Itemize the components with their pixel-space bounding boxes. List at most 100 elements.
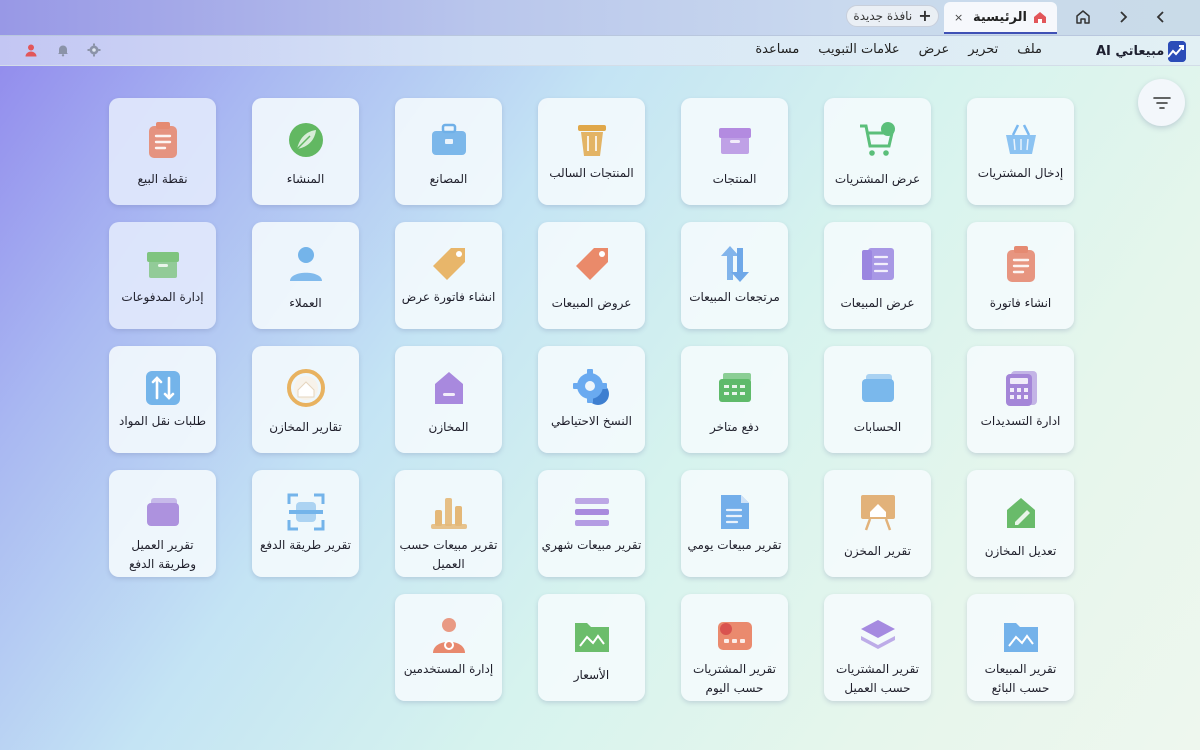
menu-tabs[interactable]: علامات التبويب (818, 42, 899, 57)
clipboard-icon (999, 242, 1043, 286)
tag-icon (570, 242, 614, 286)
filter-icon (1152, 96, 1171, 109)
app-tile-label: تقرير المبيعات حسب البائع (984, 662, 1057, 695)
home-tab-icon (1033, 11, 1047, 24)
user-gear-icon (427, 614, 471, 658)
app-tile[interactable]: إدارة المدفوعات (109, 222, 216, 329)
app-tile[interactable]: تقرير المشتريات حسب اليوم (681, 594, 788, 701)
app-tile[interactable]: طلبات نقل المواد (109, 346, 216, 453)
app-tile[interactable]: تقرير مبيعات حسب العميل (395, 470, 502, 577)
app-tile-label: انشاء فاتورة عرض (401, 290, 496, 304)
warehouse-icon (427, 366, 471, 410)
app-tile[interactable]: ادارة التسديدات (967, 346, 1074, 453)
app-tile[interactable]: المصانع (395, 98, 502, 205)
forward-button[interactable] (1111, 6, 1135, 28)
app-tile[interactable]: المنشاء (252, 98, 359, 205)
app-tile[interactable]: إدارة المستخدمين (395, 594, 502, 701)
app-tile[interactable]: المنتجات السالب (538, 98, 645, 205)
plus-icon: + (918, 6, 932, 25)
app-tile[interactable]: النسخ الاحتياطي (538, 346, 645, 453)
app-tile[interactable]: الحسابات (824, 346, 931, 453)
app-tile[interactable]: عروض المبيعات (538, 222, 645, 329)
app-tile[interactable]: إدخال المشتريات (967, 98, 1074, 205)
tab-bar: الرئيسية × + نافذة جديدة (0, 0, 1200, 36)
clipboard-icon (141, 118, 185, 162)
brand: مبيعاتي AI (1096, 40, 1186, 62)
app-tile-label: نقطة البيع (137, 172, 188, 186)
trash-icon (570, 118, 614, 162)
app-tile[interactable]: انشاء فاتورة عرض (395, 222, 502, 329)
menu-help[interactable]: مساعدة (755, 42, 799, 57)
app-tile-label: عروض المبيعات (551, 296, 632, 310)
app-tile-label: عرض المبيعات (840, 296, 915, 310)
app-tile-label: تقرير مبيعات حسب العميل (399, 538, 498, 571)
menu-items: ملف تحرير عرض علامات التبويب مساعدة (755, 42, 1042, 57)
document-icon (713, 490, 757, 534)
app-tile-label: المصانع (429, 172, 468, 186)
app-tile-label: الأسعار (573, 668, 610, 682)
app-tile[interactable]: مرتجعات المبيعات (681, 222, 788, 329)
gear-icon[interactable] (87, 43, 101, 57)
app-tile[interactable]: المخازن (395, 346, 502, 453)
briefcase-icon (427, 118, 471, 162)
book-icon (856, 242, 900, 286)
app-tile[interactable]: انشاء فاتورة (967, 222, 1074, 329)
transfer-icon (141, 366, 185, 410)
app-tile-label: تقرير المشتريات حسب العميل (836, 662, 919, 695)
app-tile-label: المنتجات السالب (549, 166, 634, 180)
app-tile[interactable]: تقرير المبيعات حسب البائع (967, 594, 1074, 701)
app-tile-label: إدارة المدفوعات (121, 290, 204, 304)
app-tile-label: إدارة المستخدمين (403, 662, 494, 676)
app-tile[interactable]: المنتجات (681, 98, 788, 205)
app-tile-label: إدخال المشتريات (977, 166, 1064, 180)
edit-house-icon (999, 490, 1043, 534)
menu-file[interactable]: ملف (1017, 42, 1042, 57)
tab-home-label: الرئيسية (972, 9, 1027, 25)
app-tile[interactable]: دفع متاخر (681, 346, 788, 453)
home-button[interactable] (1071, 6, 1095, 28)
app-tile[interactable]: تقرير العميل وطريقة الدفع (109, 470, 216, 577)
app-tile-label: تقارير المخازن (269, 420, 342, 434)
layers-icon (856, 614, 900, 658)
bell-icon[interactable] (56, 43, 70, 57)
box-icon (141, 242, 185, 286)
app-tile-label: المنتجات (712, 172, 757, 186)
tab-close-button[interactable]: × (954, 11, 963, 24)
app-tile-label: العملاء (289, 296, 322, 310)
user-avatar-icon[interactable] (24, 43, 38, 57)
app-tile[interactable]: تقرير المخزن (824, 470, 931, 577)
app-tile-label: المخازن (428, 420, 469, 434)
store-ring-icon (284, 366, 328, 410)
bar-chart-icon (427, 490, 471, 534)
easel-icon (856, 490, 900, 534)
filter-button[interactable] (1138, 79, 1185, 126)
app-tile[interactable]: تقارير المخازن (252, 346, 359, 453)
app-tile[interactable]: عرض المبيعات (824, 222, 931, 329)
app-tile[interactable]: العملاء (252, 222, 359, 329)
menu-view[interactable]: عرض (919, 42, 950, 57)
app-tile-label: الحسابات (853, 420, 902, 434)
app-tile-label: تقرير مبيعات شهري (541, 538, 642, 552)
wallet-icon (856, 366, 900, 410)
card-icon (713, 614, 757, 658)
app-tile[interactable]: تقرير المشتريات حسب العميل (824, 594, 931, 701)
app-tile-label: النسخ الاحتياطي (551, 414, 632, 428)
app-tile[interactable]: تقرير مبيعات شهري (538, 470, 645, 577)
app-tile[interactable]: نقطة البيع (109, 98, 216, 205)
app-tile-label: انشاء فاتورة (989, 296, 1052, 310)
folder-chart-icon (570, 614, 614, 658)
app-tile-label: ادارة التسديدات (980, 414, 1061, 428)
menu-bar: مبيعاتي AI ملف تحرير عرض علامات التبويب … (0, 36, 1200, 66)
app-tile[interactable]: تقرير مبيعات يومي (681, 470, 788, 577)
app-tile[interactable]: الأسعار (538, 594, 645, 701)
menu-edit[interactable]: تحرير (968, 42, 998, 57)
app-tile[interactable]: تعديل المخازن (967, 470, 1074, 577)
app-tile[interactable]: تقرير طريقة الدفع (252, 470, 359, 577)
box-icon (713, 118, 757, 162)
app-tile-label: طلبات نقل المواد (118, 414, 207, 428)
new-window-button[interactable]: + نافذة جديدة (846, 5, 939, 27)
user-icon (284, 242, 328, 286)
back-button[interactable] (1149, 6, 1173, 28)
app-tile[interactable]: عرض المشتريات (824, 98, 931, 205)
tab-home[interactable]: الرئيسية × (944, 2, 1057, 34)
